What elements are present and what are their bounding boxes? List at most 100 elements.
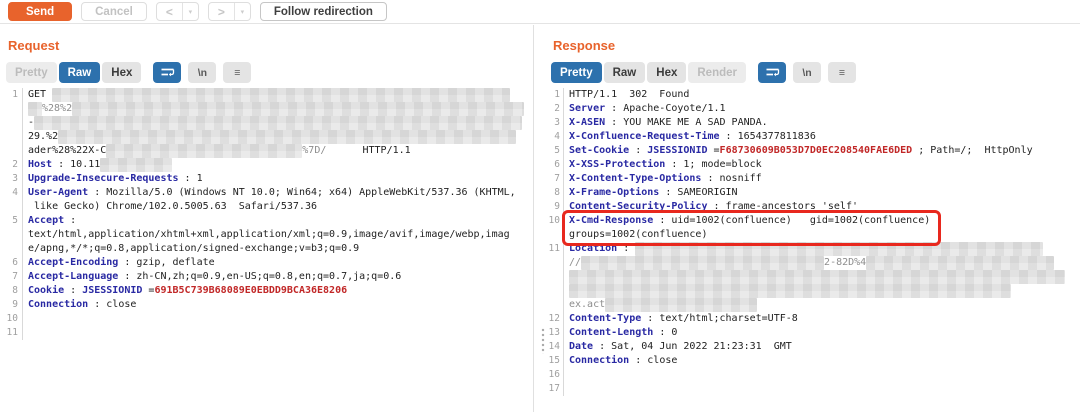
- redacted-block: [569, 284, 1011, 298]
- follow-redirection-button[interactable]: Follow redirection: [260, 2, 387, 21]
- panel-splitter-grip[interactable]: [541, 328, 546, 354]
- code-line: 8X-Frame-Options : SAMEORIGIN: [545, 186, 1080, 200]
- line-number: [545, 228, 564, 242]
- send-button[interactable]: Send: [8, 2, 72, 21]
- redacted-block: [28, 102, 42, 116]
- code-line: text/html,application/xhtml+xml,applicat…: [0, 228, 533, 242]
- code-line: e/apng,*/*;q=0.8,application/signed-exch…: [0, 242, 533, 256]
- code-line: 2Host : 10.11: [0, 158, 533, 172]
- code-line: 9Content-Security-Policy : frame-ancesto…: [545, 200, 1080, 214]
- code-line: 3Upgrade-Insecure-Requests : 1: [0, 172, 533, 186]
- line-number: 11: [0, 326, 23, 340]
- line-number: 5: [0, 214, 23, 228]
- code-line: 6Accept-Encoding : gzip, deflate: [0, 256, 533, 270]
- word-wrap-icon[interactable]: [758, 62, 786, 83]
- tab-raw[interactable]: Raw: [604, 62, 646, 83]
- line-number: 2: [0, 158, 23, 172]
- line-number: 15: [545, 354, 564, 368]
- code-line: 6X-XSS-Protection : 1; mode=block: [545, 158, 1080, 172]
- code-line: 12Content-Type : text/html;charset=UTF-8: [545, 312, 1080, 326]
- newline-icon[interactable]: \n: [793, 62, 821, 83]
- line-number: 9: [545, 200, 564, 214]
- line-number: [545, 284, 564, 298]
- code-line: [545, 270, 1080, 284]
- redacted-block: [569, 270, 1065, 284]
- code-line: [545, 284, 1080, 298]
- code-line: 13Content-Length : 0: [545, 326, 1080, 340]
- line-number: 1: [545, 88, 564, 102]
- line-number: 6: [545, 158, 564, 172]
- code-line: 11: [0, 326, 533, 340]
- tab-pretty: Pretty: [6, 62, 57, 83]
- line-number: [0, 102, 23, 116]
- code-line: %28%2: [0, 102, 533, 116]
- line-number: 4: [0, 186, 23, 200]
- tab-hex[interactable]: Hex: [647, 62, 686, 83]
- request-panel-title: Request: [8, 38, 533, 53]
- tab-pretty[interactable]: Pretty: [551, 62, 602, 83]
- redacted-block: [106, 144, 302, 158]
- redacted-block: [58, 130, 516, 144]
- code-line: 17: [545, 382, 1080, 396]
- line-number: [0, 200, 23, 214]
- line-number: [0, 242, 23, 256]
- line-number: [545, 298, 564, 312]
- newline-icon[interactable]: \n: [188, 62, 216, 83]
- code-line: 1HTTP/1.1 302 Found: [545, 88, 1080, 102]
- menu-icon[interactable]: ≡: [223, 62, 251, 83]
- code-line: 14Date : Sat, 04 Jun 2022 21:23:31 GMT: [545, 340, 1080, 354]
- line-number: 5: [545, 144, 564, 158]
- tab-hex[interactable]: Hex: [102, 62, 141, 83]
- redacted-block: [100, 158, 172, 172]
- line-number: 8: [0, 284, 23, 298]
- line-number: [0, 228, 23, 242]
- line-number: 10: [545, 214, 564, 228]
- menu-icon[interactable]: ≡: [828, 62, 856, 83]
- line-number: [0, 144, 23, 158]
- line-number: 2: [545, 102, 564, 116]
- code-line: 15Connection : close: [545, 354, 1080, 368]
- code-line: -: [0, 116, 533, 130]
- forward-dropdown-arrow-icon[interactable]: ▾: [235, 3, 250, 20]
- repeater-toolbar: Send Cancel < ▾ > ▾ Follow redirection: [0, 0, 1080, 23]
- code-line: 10X-Cmd-Response : uid=1002(confluence) …: [545, 214, 1080, 228]
- line-number: 6: [0, 256, 23, 270]
- code-line: 11Location :: [545, 242, 1080, 256]
- code-line: 5Set-Cookie : JSESSIONID =F68730609B053D…: [545, 144, 1080, 158]
- redacted-block: [635, 242, 1043, 256]
- code-line: 7Accept-Language : zh-CN,zh;q=0.9,en-US;…: [0, 270, 533, 284]
- request-tabbar: PrettyRawHex \n ≡: [6, 62, 533, 83]
- code-line: 7X-Content-Type-Options : nosniff: [545, 172, 1080, 186]
- back-button[interactable]: <: [157, 3, 183, 20]
- tab-raw[interactable]: Raw: [59, 62, 101, 83]
- code-line: 3X-ASEN : YOU MAKE ME A SAD PANDA.: [545, 116, 1080, 130]
- line-number: 9: [0, 298, 23, 312]
- redacted-block: [866, 256, 1054, 270]
- response-editor[interactable]: 1HTTP/1.1 302 Found2Server : Apache-Coyo…: [545, 88, 1080, 412]
- line-number: 7: [545, 172, 564, 186]
- forward-button-group: > ▾: [208, 2, 251, 21]
- code-line: 16: [545, 368, 1080, 382]
- toolbar-divider: [0, 23, 1080, 24]
- back-dropdown-arrow-icon[interactable]: ▾: [183, 3, 198, 20]
- code-line: 4X-Confluence-Request-Time : 16543778118…: [545, 130, 1080, 144]
- response-panel: Response PrettyRawHexRender \n ≡ 1HTTP/1…: [545, 25, 1080, 412]
- line-number: 11: [545, 242, 564, 256]
- line-number: [545, 270, 564, 284]
- line-number: 13: [545, 326, 564, 340]
- line-number: [545, 256, 564, 270]
- request-panel: Request PrettyRawHex \n ≡ 1GET %28%2-29.…: [0, 25, 534, 412]
- forward-button[interactable]: >: [209, 3, 235, 20]
- line-number: [0, 116, 23, 130]
- request-editor[interactable]: 1GET %28%2-29.%2ader%28%22X-C%7D/ HTTP/1…: [0, 88, 533, 412]
- code-line: 2Server : Apache-Coyote/1.1: [545, 102, 1080, 116]
- code-line: ex.act: [545, 298, 1080, 312]
- line-number: 17: [545, 382, 564, 396]
- code-line: ader%28%22X-C%7D/ HTTP/1.1: [0, 144, 533, 158]
- line-number: 12: [545, 312, 564, 326]
- code-line: 4User-Agent : Mozilla/5.0 (Windows NT 10…: [0, 186, 533, 200]
- redacted-block: [72, 102, 524, 116]
- tab-render: Render: [688, 62, 746, 83]
- line-number: 14: [545, 340, 564, 354]
- word-wrap-icon[interactable]: [153, 62, 181, 83]
